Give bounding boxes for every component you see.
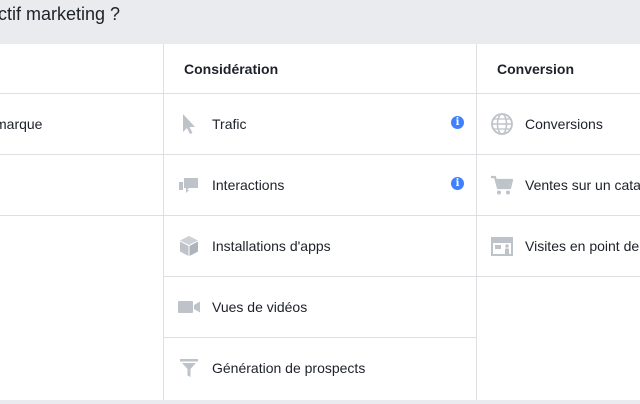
cursor-icon	[183, 114, 195, 134]
video-camera-icon	[178, 301, 200, 313]
objective-label: Interactions	[212, 177, 285, 193]
column-conversion: Conversion Conversions Ventes sur un cat…	[476, 44, 640, 400]
objective-label: Visites en point de	[525, 238, 640, 254]
objective-label: Conversions	[525, 116, 603, 132]
objective-video-views[interactable]: Vues de vidéos	[164, 277, 477, 338]
objective-app-installs[interactable]: Installations d'apps	[164, 216, 477, 277]
column-awareness-header	[0, 44, 163, 94]
store-icon	[491, 237, 513, 256]
objective-conversions[interactable]: Conversions	[477, 94, 640, 155]
chat-bubbles-icon	[179, 178, 198, 193]
empty-cell	[0, 155, 163, 216]
objective-label: Installations d'apps	[212, 238, 331, 254]
bottom-divider	[0, 400, 640, 404]
objective-header: ctif marketing ?	[0, 0, 640, 44]
objective-engagement[interactable]: Interactions i	[164, 155, 477, 216]
box-icon	[180, 236, 198, 256]
column-conversion-header: Conversion	[477, 44, 640, 94]
objective-traffic[interactable]: Trafic i	[164, 94, 477, 155]
objective-label: marque	[0, 116, 43, 132]
info-icon[interactable]: i	[451, 116, 464, 129]
column-awareness: marque	[0, 44, 163, 400]
info-icon[interactable]: i	[451, 177, 464, 190]
objective-catalog-sales[interactable]: Ventes sur un cata	[477, 155, 640, 216]
cart-icon	[491, 175, 514, 195]
objective-brand-awareness[interactable]: marque	[0, 94, 163, 155]
column-consideration: Considération Trafic i Interactions i In…	[163, 44, 477, 400]
objective-store-visits[interactable]: Visites en point de	[477, 216, 640, 277]
objective-grid: marque Considération Trafic i Interactio…	[0, 44, 640, 400]
objective-question: ctif marketing ?	[0, 4, 121, 24]
objective-lead-generation[interactable]: Génération de prospects	[164, 338, 477, 399]
funnel-icon	[180, 359, 198, 377]
column-consideration-header: Considération	[164, 44, 477, 94]
empty-cell	[0, 216, 163, 277]
objective-label: Génération de prospects	[212, 360, 366, 376]
objective-label: Trafic	[212, 116, 247, 132]
objective-label: Vues de vidéos	[212, 299, 308, 315]
objective-label: Ventes sur un cata	[525, 177, 640, 193]
globe-icon	[491, 113, 513, 135]
